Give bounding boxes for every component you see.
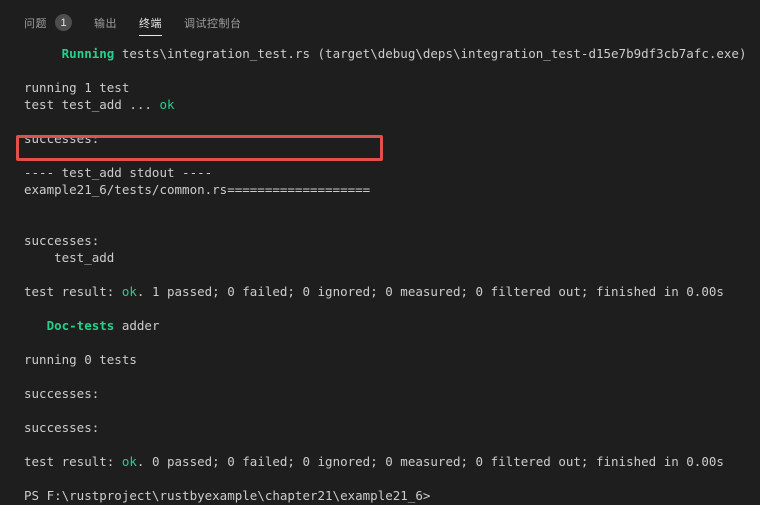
- tab-output-label: 输出: [94, 17, 117, 30]
- result-rest: . 1 passed; 0 failed; 0 ignored; 0 measu…: [136, 284, 724, 299]
- stdout-header-line: ---- test_add stdout ----: [24, 165, 213, 180]
- successes-test-name-line: test_add: [24, 250, 115, 265]
- tab-terminal[interactable]: 终端: [139, 0, 162, 45]
- test-add-prefix: test test_add ...: [24, 97, 160, 112]
- tab-output[interactable]: 输出: [94, 0, 117, 45]
- running-label: Running: [61, 46, 115, 61]
- test-result-line: test result: ok. 0 passed; 0 failed; 0 i…: [24, 453, 760, 470]
- running-0-tests-line: running 0 tests: [24, 352, 137, 367]
- running-path: tests\integration_test.rs (target\debug\…: [121, 46, 747, 61]
- successes-line: successes:: [24, 420, 100, 435]
- shell-prompt-line: PS F:\rustproject\rustbyexample\chapter2…: [24, 488, 431, 503]
- tab-debug-console-label: 调试控制台: [184, 17, 242, 30]
- result-rest: . 0 passed; 0 failed; 0 ignored; 0 measu…: [136, 454, 724, 469]
- doc-tests-label: Doc-tests: [46, 318, 115, 333]
- common-output-line: example21_6/tests/common.rs=============…: [24, 182, 371, 197]
- tab-debug-console[interactable]: 调试控制台: [184, 0, 242, 45]
- tab-terminal-label: 终端: [139, 17, 162, 30]
- successes-line: successes:: [24, 386, 100, 401]
- doc-tests-line: Doc-tests adder: [24, 317, 760, 334]
- running-line: Running tests\integration_test.rs (targe…: [24, 45, 760, 62]
- test-add-ok: ok: [159, 97, 175, 112]
- doc-tests-crate: adder: [114, 318, 160, 333]
- running-1-test-line: running 1 test: [24, 80, 130, 95]
- test-result-line: test result: ok. 1 passed; 0 failed; 0 i…: [24, 283, 760, 300]
- result-prefix: test result:: [24, 454, 122, 469]
- terminal-output[interactable]: Running tests\integration_test.rs (targe…: [0, 45, 760, 505]
- result-prefix: test result:: [24, 284, 122, 299]
- tab-problems-label: 问题: [24, 17, 47, 30]
- panel-tab-bar: 问题 1 输出 终端 调试控制台: [0, 0, 760, 45]
- successes-line: successes:: [24, 131, 100, 146]
- tab-problems[interactable]: 问题 1: [24, 0, 72, 45]
- result-ok: ok: [121, 454, 137, 469]
- test-add-line: test test_add ... ok: [24, 96, 760, 113]
- problems-count-badge: 1: [55, 14, 72, 31]
- result-ok: ok: [121, 284, 137, 299]
- terminal-panel: 问题 1 输出 终端 调试控制台 Running tests\integrati…: [0, 0, 760, 505]
- successes-line: successes:: [24, 233, 100, 248]
